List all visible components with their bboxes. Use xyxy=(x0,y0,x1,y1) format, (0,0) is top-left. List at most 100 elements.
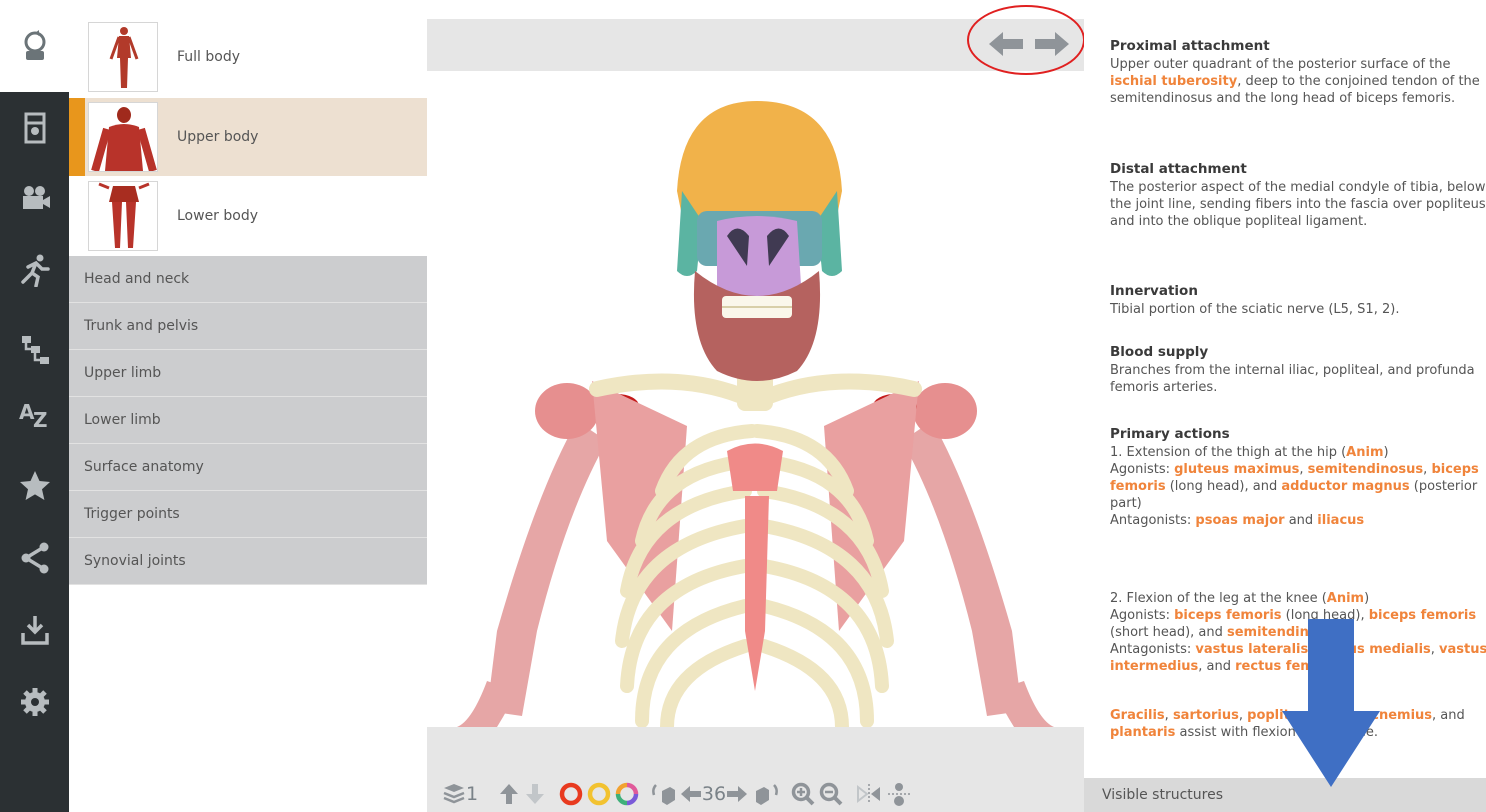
layer-down-button[interactable] xyxy=(523,780,547,808)
text-run: Upper outer quadrant of the posterior su… xyxy=(1110,57,1451,72)
color-mode-yellow-button[interactable] xyxy=(585,780,613,808)
video-icon[interactable] xyxy=(0,168,69,228)
red-ring-icon xyxy=(559,782,583,806)
action-1-antagonists: Antagonists: psoas major and iliacus xyxy=(1110,512,1486,529)
link-biceps-femoris[interactable]: biceps femoris xyxy=(1174,608,1281,623)
innervation-section: Innervation Tibial portion of the sciati… xyxy=(1110,283,1486,318)
text-run: Agonists: xyxy=(1110,462,1175,477)
svg-text:Z: Z xyxy=(33,408,48,431)
action-2-title: 2. Flexion of the leg at the knee (Anim) xyxy=(1110,590,1486,607)
text-run: , xyxy=(1238,708,1248,723)
text-run: , xyxy=(1430,642,1440,657)
mirror-button[interactable] xyxy=(855,780,883,808)
rotate-step-left-arrow-icon xyxy=(680,786,701,802)
section-heading: Proximal attachment xyxy=(1110,38,1270,54)
rotate-left-button[interactable] xyxy=(649,780,677,808)
category-trigger-points[interactable]: Trigger points xyxy=(69,491,427,538)
yellow-ring-icon xyxy=(587,782,611,806)
link-gluteus-maximus[interactable]: gluteus maximus xyxy=(1174,462,1299,477)
link-psoas-major[interactable]: psoas major xyxy=(1195,513,1284,528)
reset-view-icon[interactable] xyxy=(0,16,69,76)
section-text: The posterior aspect of the medial condy… xyxy=(1110,180,1486,229)
proximal-attachment-section: Proximal attachment Upper outer quadrant… xyxy=(1110,38,1486,107)
multicolor-ring-icon xyxy=(615,782,639,806)
link-sartorius[interactable]: sartorius xyxy=(1173,708,1239,723)
anatomy-app: AZ Full body Upper body Lower body Head … xyxy=(0,0,1486,812)
category-synovial-joints[interactable]: Synovial joints xyxy=(69,538,427,585)
rotate-step-right-arrow-icon xyxy=(727,786,748,802)
text-run: , xyxy=(1164,708,1173,723)
region-lower-body[interactable]: Lower body xyxy=(69,177,427,255)
anim-link[interactable]: Anim xyxy=(1327,591,1364,606)
annotation-blue-arrow xyxy=(1282,619,1380,787)
link-biceps-femoris-short[interactable]: biceps femoris xyxy=(1369,608,1476,623)
rotation-step-control[interactable]: 36 xyxy=(677,780,751,808)
text-run: Antagonists: xyxy=(1110,642,1196,657)
skeleton-3d-model[interactable] xyxy=(427,71,1084,727)
running-figure-icon[interactable] xyxy=(0,240,69,300)
link-gracilis[interactable]: Gracilis xyxy=(1110,708,1165,723)
link-plantaris[interactable]: plantaris xyxy=(1110,725,1175,740)
category-surface-anatomy[interactable]: Surface anatomy xyxy=(69,444,427,491)
hierarchy-icon[interactable] xyxy=(0,320,69,380)
download-icon[interactable] xyxy=(0,600,69,660)
mirror-icon xyxy=(857,784,880,804)
text-run: 2. Flexion of the leg at the knee ( xyxy=(1110,591,1327,606)
action-1-title: 1. Extension of the thigh at the hip (An… xyxy=(1110,444,1486,461)
alphabetical-az-icon[interactable]: AZ xyxy=(0,384,69,444)
section-text: Tibial portion of the sciatic nerve (L5,… xyxy=(1110,302,1400,317)
rotate-right-button[interactable] xyxy=(753,780,781,808)
region-full-body[interactable]: Full body xyxy=(69,18,427,96)
category-lower-limb[interactable]: Lower limb xyxy=(69,397,427,444)
text-run: Agonists: xyxy=(1110,608,1175,623)
sectioning-button[interactable] xyxy=(885,780,913,808)
region-label: Full body xyxy=(177,49,241,65)
section-heading: Blood supply xyxy=(1110,344,1209,360)
region-label: Lower body xyxy=(177,208,259,224)
full-body-thumbnail xyxy=(88,22,158,92)
rotate-left-cube-icon xyxy=(652,784,675,805)
annotation-red-circle xyxy=(967,5,1085,75)
atlas-icon[interactable] xyxy=(0,98,69,158)
text-run: and xyxy=(1284,513,1318,528)
rotate-right-cube-icon xyxy=(756,784,778,805)
region-label: Upper body xyxy=(177,129,259,145)
link-semitendinosus[interactable]: semitendinosus xyxy=(1308,462,1424,477)
viewer-toolbar: 1 36 xyxy=(427,776,1084,812)
zoom-out-button[interactable] xyxy=(817,780,845,808)
star-icon[interactable] xyxy=(0,456,69,516)
region-upper-body[interactable]: Upper body xyxy=(69,98,427,176)
section-heading: Innervation xyxy=(1110,283,1198,299)
section-text: Upper outer quadrant of the posterior su… xyxy=(1110,56,1486,107)
arrow-down-icon xyxy=(526,784,544,804)
share-icon[interactable] xyxy=(0,528,69,588)
text-run: , and xyxy=(1432,708,1465,723)
lower-body-thumbnail xyxy=(88,181,158,251)
zoom-in-button[interactable] xyxy=(789,780,817,808)
section-plane-icon xyxy=(888,783,910,806)
link-iliacus[interactable]: iliacus xyxy=(1317,513,1364,528)
anim-link[interactable]: Anim xyxy=(1346,445,1383,460)
link-adductor-magnus[interactable]: adductor magnus xyxy=(1281,479,1409,494)
category-upper-limb[interactable]: Upper limb xyxy=(69,350,427,397)
layers-control[interactable]: 1 xyxy=(435,780,485,808)
layers-icon xyxy=(443,784,465,804)
text-run: , and xyxy=(1198,659,1236,674)
text-run: , xyxy=(1299,462,1308,477)
settings-gear-icon[interactable] xyxy=(0,672,69,732)
category-trunk-and-pelvis[interactable]: Trunk and pelvis xyxy=(69,303,427,350)
blood-supply-section: Blood supply Branches from the internal … xyxy=(1110,344,1486,396)
section-heading: Primary actions xyxy=(1110,426,1230,442)
text-run: ) xyxy=(1364,591,1370,606)
left-icon-rail: AZ xyxy=(0,0,69,812)
link-ischial-tuberosity[interactable]: ischial tuberosity xyxy=(1110,74,1237,89)
color-mode-red-button[interactable] xyxy=(557,780,585,808)
category-head-and-neck[interactable]: Head and neck xyxy=(69,256,427,303)
zoom-in-icon xyxy=(791,782,815,806)
section-heading: Distal attachment xyxy=(1110,161,1247,177)
text-run: (long head), and xyxy=(1165,479,1282,494)
text-run: 1. Extension of the thigh at the hip ( xyxy=(1110,445,1347,460)
layer-up-button[interactable] xyxy=(497,780,521,808)
color-mode-multi-button[interactable] xyxy=(613,780,641,808)
layer-count: 1 xyxy=(465,783,479,805)
